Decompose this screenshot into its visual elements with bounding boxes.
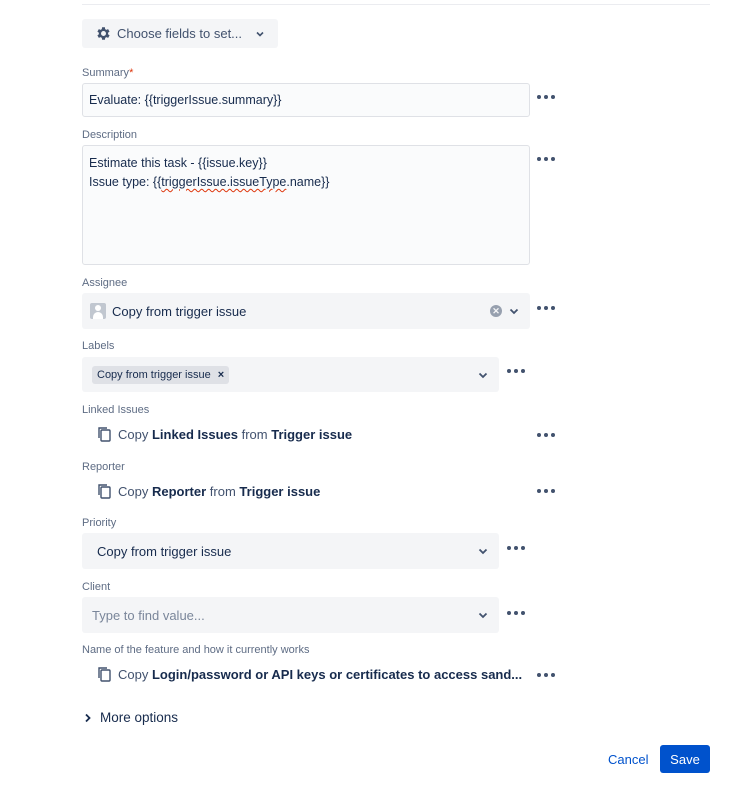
assignee-select[interactable]: Copy from trigger issue ✕: [82, 293, 530, 329]
gear-icon: [95, 25, 112, 42]
spellcheck-word: triggerIssue.issueType: [161, 175, 287, 189]
more-options-toggle[interactable]: More options: [84, 710, 178, 725]
choose-fields-button[interactable]: Choose fields to set...: [82, 19, 278, 48]
priority-value: Copy from trigger issue: [97, 543, 232, 559]
copy-field-name: Linked Issues: [151, 426, 238, 442]
copy-prefix: Copy: [118, 666, 149, 682]
feature-label: Name of the feature and how it currently…: [82, 644, 310, 656]
copy-icon: [96, 426, 112, 442]
copy-icon: [96, 483, 112, 499]
priority-label: Priority: [82, 517, 117, 529]
feature-copy-row: Copy Login/password or API keys or certi…: [96, 666, 522, 682]
chevron-right-icon: [84, 713, 92, 723]
reporter-label: Reporter: [82, 461, 125, 473]
assignee-label: Assignee: [82, 277, 128, 289]
copy-source: Trigger issue: [271, 426, 353, 442]
assignee-more-icon[interactable]: [537, 305, 555, 311]
description-line-2: Issue type: {{triggerIssue.issueType.nam…: [89, 173, 523, 192]
description-more-icon[interactable]: [537, 156, 555, 162]
summary-input[interactable]: Evaluate: {{triggerIssue.summary}}: [82, 83, 530, 117]
chevron-down-icon: [477, 545, 489, 557]
required-mark: *: [129, 67, 134, 79]
description-line-2-suffix: .name}}: [286, 175, 330, 189]
labels-more-icon[interactable]: [507, 368, 525, 374]
reporter-more-icon[interactable]: [537, 488, 555, 494]
label-chip-text: Copy from trigger issue: [97, 368, 211, 381]
labels-select[interactable]: Copy from trigger issue ×: [82, 357, 499, 392]
linked-issues-label: Linked Issues: [82, 404, 150, 416]
client-more-icon[interactable]: [507, 610, 525, 616]
copy-field-name: Reporter: [151, 483, 207, 499]
top-divider: [82, 4, 710, 5]
linked-issues-copy-row: Copy Linked Issues from Trigger issue: [96, 426, 352, 442]
priority-select[interactable]: Copy from trigger issue: [82, 533, 499, 569]
copy-from: from: [241, 426, 268, 442]
copy-source: Trigger issue: [239, 483, 321, 499]
chevron-down-icon: [477, 369, 489, 381]
chevron-down-icon: [508, 305, 520, 317]
copy-from: from: [209, 483, 236, 499]
description-line-1: Estimate this task - {{issue.key}}: [89, 156, 267, 170]
label-chip: Copy from trigger issue ×: [92, 365, 230, 384]
copy-field-name: Login/password or API keys or certificat…: [151, 666, 523, 682]
remove-chip-icon[interactable]: ×: [218, 369, 224, 381]
clear-icon[interactable]: ✕: [490, 305, 502, 317]
more-options-label: More options: [100, 710, 179, 725]
priority-more-icon[interactable]: [507, 545, 525, 551]
copy-prefix: Copy: [118, 426, 149, 442]
client-placeholder: Type to find value...: [92, 607, 205, 623]
description-label: Description: [82, 129, 138, 141]
chevron-down-icon: [477, 609, 489, 621]
summary-label-text: Summary: [82, 67, 130, 79]
client-label: Client: [82, 581, 111, 593]
cancel-button[interactable]: Cancel: [608, 752, 648, 767]
client-select[interactable]: Type to find value...: [82, 597, 499, 633]
summary-label: Summary*: [82, 67, 133, 79]
reporter-copy-row: Copy Reporter from Trigger issue: [96, 483, 320, 499]
description-line-2-prefix: Issue type: {{: [89, 175, 162, 189]
assignee-value: Copy from trigger issue: [112, 303, 247, 319]
feature-more-icon[interactable]: [537, 672, 555, 678]
labels-label: Labels: [82, 340, 115, 352]
avatar: [90, 303, 106, 319]
description-textarea[interactable]: Estimate this task - {{issue.key}} Issue…: [82, 145, 530, 265]
chevron-down-icon: [255, 29, 265, 39]
choose-fields-label: Choose fields to set...: [117, 26, 243, 41]
summary-more-icon[interactable]: [537, 94, 555, 100]
linked-issues-more-icon[interactable]: [537, 432, 555, 438]
save-button[interactable]: Save: [660, 745, 710, 773]
copy-prefix: Copy: [118, 483, 149, 499]
copy-icon: [96, 666, 112, 682]
